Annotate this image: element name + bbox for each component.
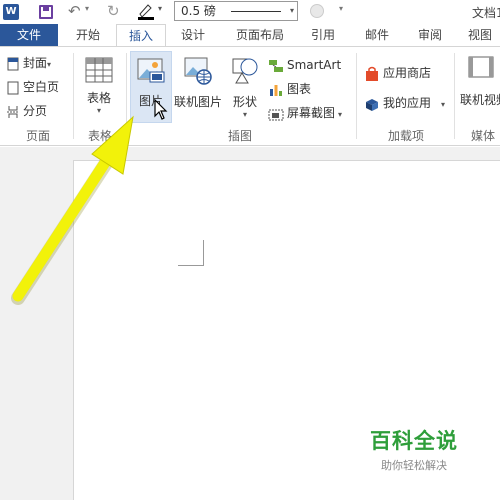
- line-weight-value: 0.5 磅: [181, 4, 216, 18]
- pen-style-dropdown-icon[interactable]: ▾: [339, 4, 343, 13]
- shapes-icon: [232, 58, 258, 84]
- blank-page-label: 空白页: [23, 80, 60, 94]
- online-picture-button[interactable]: 联机图片: [174, 55, 222, 115]
- online-video-label: 联机视频: [460, 93, 500, 107]
- tab-mailings[interactable]: 邮件: [354, 24, 400, 46]
- tab-page-layout[interactable]: 页面布局: [226, 24, 294, 46]
- group-label-illustrations: 插图: [227, 129, 252, 143]
- page-break-button[interactable]: 分页: [6, 101, 47, 121]
- table-button[interactable]: 表格 ▾: [80, 57, 118, 117]
- tab-design[interactable]: 设计: [170, 24, 216, 46]
- my-apps-button[interactable]: 我的应用 ▾: [364, 93, 445, 113]
- smartart-icon: [269, 59, 283, 72]
- pen-dropdown-icon[interactable]: ▾: [158, 4, 162, 13]
- chevron-down-icon: ▾: [96, 106, 101, 115]
- table-icon: [85, 57, 113, 83]
- blank-page-button[interactable]: 空白页: [6, 77, 59, 97]
- my-apps-icon: [366, 98, 378, 111]
- my-apps-label: 我的应用: [383, 96, 432, 110]
- ribbon: 封面▾ 空白页 分页 页面 表格 ▾ 表格 图片 联机图片 形状 ▾ Smart…: [0, 46, 500, 146]
- redo-icon[interactable]: ↻: [107, 2, 120, 20]
- page-break-icon: [7, 105, 19, 118]
- watermark: 百科全说 助你轻松解决: [364, 425, 464, 473]
- undo-icon[interactable]: ↶: [68, 2, 81, 20]
- page-break-label: 分页: [23, 104, 48, 118]
- picture-icon: [137, 58, 165, 83]
- pen-color-icon[interactable]: [137, 2, 155, 20]
- chart-icon: [270, 84, 282, 96]
- pen-style-icon[interactable]: [310, 4, 324, 18]
- document-title: 文档1: [472, 6, 500, 20]
- group-separator: [454, 53, 455, 139]
- save-icon[interactable]: [39, 5, 53, 19]
- blank-page-icon: [7, 81, 19, 94]
- tab-home[interactable]: 开始: [66, 24, 110, 46]
- smartart-label: SmartArt: [287, 58, 342, 72]
- undo-dropdown-icon[interactable]: ▾: [85, 4, 89, 13]
- online-video-icon: [468, 56, 494, 78]
- chart-button[interactable]: 图表: [268, 79, 311, 99]
- chevron-down-icon: ▾: [338, 110, 343, 119]
- group-label-tables: 表格: [87, 129, 112, 143]
- watermark-main: 百科全说: [370, 429, 458, 453]
- group-label-pages: 页面: [25, 129, 50, 143]
- watermark-sub: 助你轻松解决: [381, 459, 447, 472]
- quick-access-toolbar: W ↶ ▾ ↻ ▾ 0.5 磅 ▾ ▾ 文档1: [0, 0, 500, 24]
- margin-corner-mark: [178, 240, 204, 266]
- online-video-button[interactable]: 联机视频: [460, 55, 500, 115]
- smartart-button[interactable]: SmartArt: [268, 55, 341, 75]
- tab-view[interactable]: 视图: [460, 24, 500, 46]
- table-label: 表格: [86, 91, 111, 105]
- chevron-down-icon: ▾: [441, 100, 446, 109]
- group-label-addins: 加载项: [387, 129, 424, 143]
- group-separator: [73, 53, 74, 139]
- tab-insert[interactable]: 插入: [116, 24, 166, 47]
- store-icon: [366, 66, 378, 81]
- group-label-media: 媒体: [470, 129, 495, 143]
- chart-label: 图表: [287, 82, 312, 96]
- cover-page-icon: [7, 57, 19, 70]
- online-picture-label: 联机图片: [174, 95, 223, 109]
- group-separator: [126, 53, 127, 139]
- screenshot-button[interactable]: 屏幕截图 ▾: [268, 103, 342, 123]
- group-separator: [356, 53, 357, 139]
- screenshot-icon: [268, 109, 284, 120]
- shapes-button[interactable]: 形状 ▾: [226, 55, 264, 121]
- line-sample: [231, 11, 281, 12]
- mouse-cursor-icon: [154, 99, 168, 120]
- screenshot-label: 屏幕截图: [287, 106, 336, 120]
- line-weight-select[interactable]: 0.5 磅 ▾: [174, 1, 298, 21]
- chevron-down-icon: ▾: [289, 6, 294, 15]
- online-picture-icon: [184, 57, 212, 85]
- cover-page-label: 封面: [23, 56, 48, 70]
- chevron-down-icon: ▾: [47, 60, 52, 69]
- store-label: 应用商店: [383, 66, 432, 80]
- tab-review[interactable]: 审阅: [407, 24, 453, 46]
- word-logo-icon[interactable]: W: [3, 4, 19, 20]
- ribbon-tabs: 文件 开始 插入 设计 页面布局 引用 邮件 审阅 视图: [0, 24, 500, 47]
- tab-file[interactable]: 文件: [0, 24, 58, 46]
- chevron-down-icon: ▾: [242, 110, 247, 119]
- store-button[interactable]: 应用商店: [364, 63, 431, 83]
- tab-references[interactable]: 引用: [300, 24, 346, 46]
- cover-page-button[interactable]: 封面▾: [6, 53, 51, 73]
- shapes-label: 形状: [232, 95, 257, 109]
